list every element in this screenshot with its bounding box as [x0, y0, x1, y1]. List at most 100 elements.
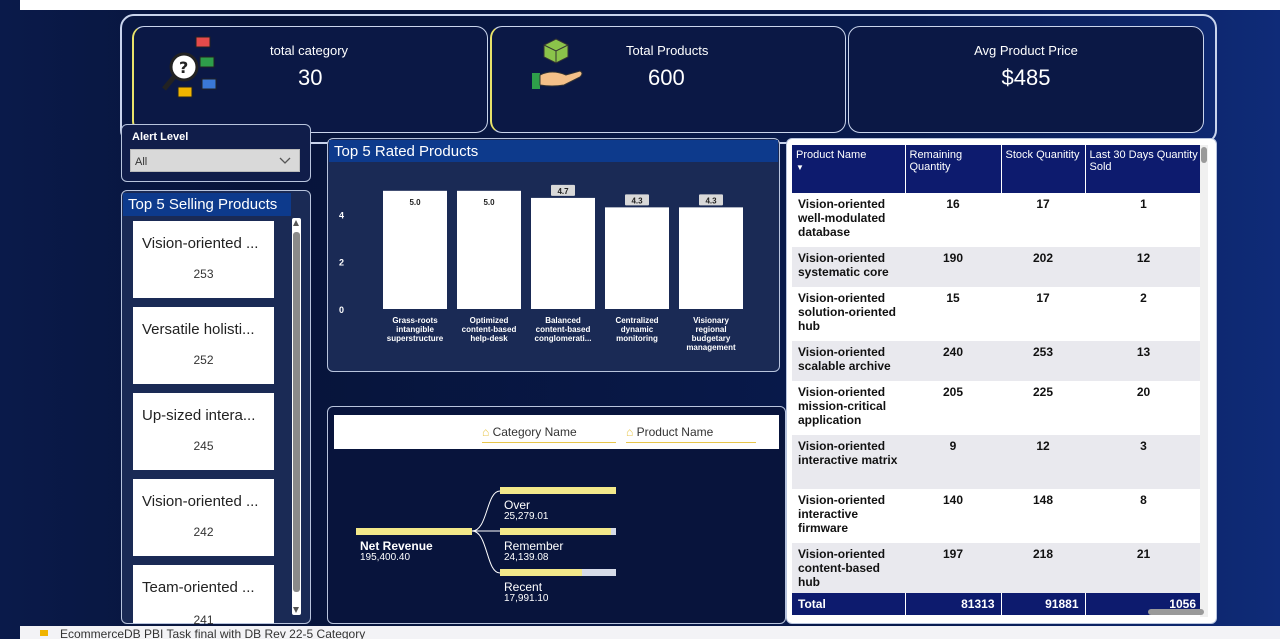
report-file-name[interactable]: EcommerceDB PBI Task final with DB Rev 2…	[60, 627, 365, 639]
cell-sold: 13	[1085, 341, 1202, 381]
bar	[679, 207, 743, 309]
cell-stock: 253	[1001, 341, 1085, 381]
column-header-product[interactable]: Product Name ▼	[792, 145, 906, 193]
selling-card[interactable]: Vision-oriented ... 242	[133, 479, 274, 556]
cell-product: Vision-oriented well-modulated database	[792, 193, 905, 247]
selling-card[interactable]: Versatile holisti... 252	[133, 307, 274, 384]
data-label: 4.3	[705, 196, 717, 205]
selling-card-name: Team-oriented ...	[142, 579, 255, 596]
chart-title: Top 5 Rated Products	[329, 140, 778, 162]
x-tick-label: Optimized content-based help-desk	[462, 316, 517, 343]
tree-child-bar-track[interactable]	[500, 528, 616, 535]
selling-card[interactable]: Team-oriented ... 241	[133, 565, 274, 627]
data-label: 4.3	[631, 196, 643, 205]
table-total-row: Total 81313 91881 1056	[792, 593, 1202, 615]
y-tick-label: 2	[339, 258, 344, 268]
selling-card-value: 253	[193, 267, 214, 281]
x-tick-label: Balanced content-based conglomerati...	[535, 316, 592, 343]
cell-sold: 12	[1085, 247, 1202, 287]
tree-child-value: 25,279.01	[504, 511, 549, 522]
table-row[interactable]: Vision-oriented systematic core 190 202 …	[792, 247, 1202, 287]
scroll-down-icon[interactable]	[293, 607, 299, 613]
table-row[interactable]: Vision-oriented solution-oriented hub 15…	[792, 287, 1202, 341]
inventory-table-panel: Product Name ▼ Remaining Quantity Stock Q…	[786, 138, 1217, 624]
scroll-up-icon[interactable]	[293, 220, 299, 226]
table-row[interactable]: Vision-oriented mission-critical applica…	[792, 381, 1202, 435]
top-selling-panel: Top 5 Selling Products Vision-oriented .…	[121, 190, 311, 627]
inventory-table: Product Name ▼ Remaining Quantity Stock Q…	[792, 145, 1202, 615]
cell-remaining: 205	[905, 381, 1001, 435]
tree-child-bar-track[interactable]	[500, 487, 616, 494]
selling-card-value: 252	[193, 353, 214, 367]
tree-child-bar	[500, 569, 583, 576]
cell-stock: 225	[1001, 381, 1085, 435]
report-file-icon	[40, 630, 48, 636]
selling-card[interactable]: Vision-oriented ... 253	[133, 221, 274, 298]
x-tick-label: Grass-roots intangible superstructure	[387, 316, 444, 343]
cell-sold: 8	[1085, 489, 1202, 543]
tree-child-label: Remember	[504, 539, 564, 553]
cell-sold: 2	[1085, 287, 1202, 341]
category-search-icon: ?	[162, 36, 217, 98]
table-row[interactable]: Vision-oriented scalable archive 240 253…	[792, 341, 1202, 381]
y-tick-label: 4	[339, 210, 344, 220]
total-remaining: 81313	[905, 593, 1002, 615]
selling-card-name: Vision-oriented ...	[142, 493, 259, 510]
tree-root-label: Net Revenue	[360, 539, 433, 553]
selling-card[interactable]: Up-sized intera... 245	[133, 393, 274, 470]
tree-child-bar	[500, 487, 616, 494]
tree-root-bar[interactable]	[356, 528, 472, 535]
cell-stock: 218	[1001, 543, 1085, 593]
alert-level-slicer: Alert Level All	[121, 124, 311, 182]
decomposition-tree-panel: ⌂ Category Name ⌂ Product Name Net Reven…	[327, 406, 786, 624]
sort-down-icon: ▼	[796, 163, 804, 172]
selling-scrollbar[interactable]	[292, 218, 301, 615]
cell-remaining: 16	[905, 193, 1001, 247]
cell-stock: 17	[1001, 193, 1085, 247]
kpi-total-products: Total Products 600	[490, 26, 846, 133]
bar	[457, 190, 521, 309]
selling-card-value: 241	[193, 613, 214, 627]
cell-product: Vision-oriented interactive firmware	[792, 489, 905, 543]
cell-product: Vision-oriented solution-oriented hub	[792, 287, 905, 341]
report-tab-bar: EcommerceDB PBI Task final with DB Rev 2…	[20, 626, 1280, 639]
selling-scroll-thumb[interactable]	[293, 232, 300, 592]
table-row[interactable]: Vision-oriented interactive matrix 9 12 …	[792, 435, 1202, 489]
cell-remaining: 197	[905, 543, 1001, 593]
table-row[interactable]: Vision-oriented content-based hub 197 21…	[792, 543, 1202, 593]
chevron-down-icon	[279, 157, 291, 164]
table-hscroll-thumb[interactable]	[1148, 609, 1204, 615]
top-rated-panel: Top 5 Rated Products 4 2 0 5.0 Grass-roots in…	[327, 138, 780, 372]
table-row[interactable]: Vision-oriented interactive firmware 140…	[792, 489, 1202, 543]
cell-sold: 20	[1085, 381, 1202, 435]
column-header-sold[interactable]: Last 30 Days Quantity Sold	[1085, 145, 1202, 193]
total-label: Total	[792, 593, 906, 615]
selling-card-value: 245	[193, 439, 214, 453]
cell-remaining: 190	[905, 247, 1001, 287]
kpi-category-label: total category	[270, 43, 349, 58]
tree-child-bar-track[interactable]	[500, 569, 616, 576]
bar	[531, 197, 595, 309]
cell-sold: 21	[1085, 543, 1202, 593]
alert-level-dropdown[interactable]: All	[130, 149, 300, 172]
x-tick-label: Visionary regional budgetary management	[686, 316, 736, 352]
kpi-category-value: 30	[298, 65, 323, 90]
cell-remaining: 240	[905, 341, 1001, 381]
cell-product: Vision-oriented scalable archive	[792, 341, 905, 381]
column-header-label: Product Name	[796, 149, 867, 161]
selling-card-name: Up-sized intera...	[142, 407, 256, 424]
kpi-avg-price: Avg Product Price $485	[848, 26, 1204, 133]
table-row[interactable]: Vision-oriented well-modulated database …	[792, 193, 1202, 247]
cell-sold: 3	[1085, 435, 1202, 489]
table-scroll-thumb[interactable]	[1201, 147, 1207, 163]
bar	[605, 207, 669, 309]
kpi-price-label: Avg Product Price	[974, 43, 1078, 58]
dashboard-canvas: ? total category 30 Total Products 600 A…	[0, 0, 1280, 639]
tree-child-value: 17,991.10	[504, 593, 549, 604]
data-label: 5.0	[409, 198, 421, 207]
column-header-remaining[interactable]: Remaining Quantity	[905, 145, 1002, 193]
column-header-stock[interactable]: Stock Quanitity	[1001, 145, 1086, 193]
table-scrollbar[interactable]	[1148, 145, 1208, 617]
svg-text:?: ?	[179, 58, 188, 77]
cell-sold: 1	[1085, 193, 1202, 247]
